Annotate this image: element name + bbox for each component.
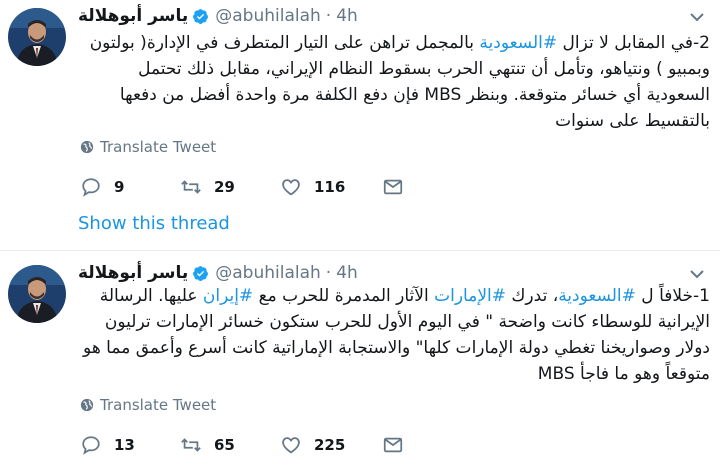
hashtag-link[interactable]: #إيران bbox=[203, 286, 253, 306]
author-handle[interactable]: @abuhilalah bbox=[215, 263, 321, 283]
translate-label[interactable]: Translate Tweet bbox=[100, 396, 216, 414]
reply-count: 9 bbox=[114, 178, 125, 196]
dm-button[interactable] bbox=[382, 434, 404, 456]
author-handle[interactable]: @abuhilalah bbox=[215, 6, 321, 26]
retweet-button[interactable]: 65 bbox=[180, 434, 235, 456]
tweet-header: ياسر أبوهلالة @abuhilalah · 4h bbox=[78, 261, 660, 285]
translate-tweet-link[interactable]: Translate Tweet bbox=[80, 396, 216, 414]
retweet-icon bbox=[181, 438, 201, 452]
retweet-button[interactable]: 29 bbox=[180, 176, 235, 198]
tweet-text: 2-في المقابل لا تزال #السعودية بالمجمل ت… bbox=[78, 30, 710, 134]
show-thread-link[interactable]: Show this thread bbox=[78, 213, 230, 234]
tweet[interactable]: ياسر أبوهلالة @abuhilalah · 4h 1-خلافاً … bbox=[0, 250, 720, 466]
chevron-down-icon[interactable] bbox=[690, 12, 704, 22]
reply-icon bbox=[82, 436, 100, 455]
tweet-text-segment: 2-في المقابل لا تزال bbox=[557, 33, 710, 53]
timestamp[interactable]: 4h bbox=[336, 6, 358, 26]
hashtag-link[interactable]: #السعودية bbox=[479, 33, 557, 53]
dm-button[interactable] bbox=[382, 176, 404, 198]
tweet-text: 1-خلافاً ل #السعودية، تدرك #الإمارات الآ… bbox=[78, 283, 710, 387]
globe-icon bbox=[80, 140, 94, 154]
author-name[interactable]: ياسر أبوهلالة bbox=[78, 263, 188, 283]
avatar[interactable] bbox=[8, 8, 66, 66]
separator: · bbox=[325, 6, 332, 26]
tweet-text-segment: ، تدرك bbox=[506, 286, 559, 306]
dm-icon bbox=[383, 437, 403, 453]
author-name[interactable]: ياسر أبوهلالة bbox=[78, 6, 188, 26]
chevron-down-icon[interactable] bbox=[690, 269, 704, 279]
hashtag-link[interactable]: #الإمارات bbox=[434, 286, 506, 306]
reply-icon bbox=[82, 178, 100, 197]
like-icon bbox=[282, 437, 300, 454]
tweet-text-segment: الآثار المدمرة للحرب مع bbox=[253, 286, 435, 306]
tweet[interactable]: ياسر أبوهلالة @abuhilalah · 4h 2-في المق… bbox=[0, 0, 720, 250]
hashtag-link[interactable]: #السعودية bbox=[558, 286, 636, 306]
reply-button[interactable]: 13 bbox=[80, 434, 135, 456]
like-count: 116 bbox=[314, 178, 346, 196]
avatar[interactable] bbox=[8, 265, 66, 323]
like-icon bbox=[282, 179, 300, 196]
translate-label[interactable]: Translate Tweet bbox=[100, 138, 216, 156]
reply-button[interactable]: 9 bbox=[80, 176, 124, 198]
translate-tweet-link[interactable]: Translate Tweet bbox=[80, 138, 216, 156]
timestamp[interactable]: 4h bbox=[336, 263, 358, 283]
dm-icon bbox=[383, 179, 403, 195]
like-button[interactable]: 116 bbox=[280, 176, 345, 198]
globe-icon bbox=[80, 398, 94, 412]
like-count: 225 bbox=[314, 436, 346, 454]
retweet-count: 29 bbox=[214, 178, 235, 196]
like-button[interactable]: 225 bbox=[280, 434, 345, 456]
reply-count: 13 bbox=[114, 436, 135, 454]
verified-icon bbox=[193, 265, 209, 281]
verified-icon bbox=[193, 8, 209, 24]
tweet-text-segment: 1-خلافاً ل bbox=[635, 286, 710, 306]
retweet-icon bbox=[181, 180, 201, 194]
separator: · bbox=[325, 263, 332, 283]
retweet-count: 65 bbox=[214, 436, 235, 454]
tweet-header: ياسر أبوهلالة @abuhilalah · 4h bbox=[78, 4, 660, 28]
